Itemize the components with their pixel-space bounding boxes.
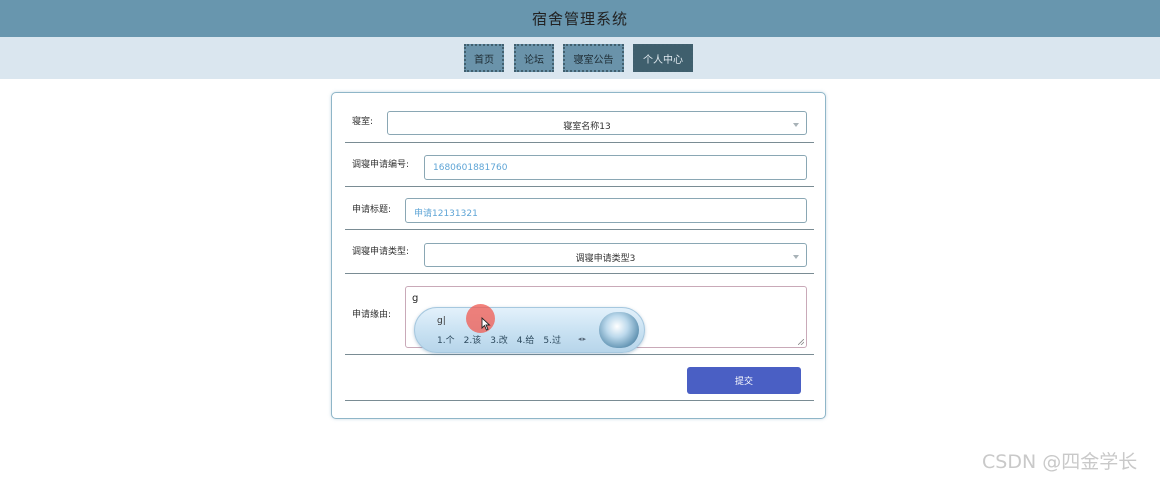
dorm-change-form: 寝室: 寝室名称13 调寝申请编号: 1680601881760 申请标题: 申… <box>331 92 826 419</box>
nav-bar: 首页 论坛 寝室公告 个人中心 <box>0 37 1160 79</box>
nav-item-announcements-label: 寝室公告 <box>573 54 614 66</box>
ime-candidate-list: 1.个 2.该 3.改 4.给 5.过 <box>437 333 561 346</box>
reason-label: 申请缘由: <box>352 310 392 320</box>
chevron-down-icon <box>793 255 799 259</box>
divider <box>345 400 814 401</box>
app-title-value: 申请12131321 <box>414 209 478 219</box>
room-select-value: 寝室名称13 <box>563 122 611 132</box>
ime-logo-icon <box>599 312 639 348</box>
app-type-label: 调寝申请类型: <box>352 247 410 257</box>
nav-item-home[interactable]: 首页 <box>464 44 504 72</box>
watermark: CSDN @四金学长 <box>982 451 1138 473</box>
ime-composition: g| <box>437 316 446 326</box>
ime-candidate[interactable]: 4.给 <box>517 333 535 346</box>
resize-grip-icon[interactable] <box>798 339 804 345</box>
app-title-input[interactable]: 申请12131321 <box>405 198 807 223</box>
app-type-select-value: 调寝申请类型3 <box>575 254 636 264</box>
app-header: 宿舍管理系统 <box>0 0 1160 37</box>
ime-candidate-window: g| 1.个 2.该 3.改 4.给 5.过 ◂▸ <box>414 307 645 353</box>
app-no-input[interactable]: 1680601881760 <box>424 155 807 180</box>
nav-item-forum-label: 论坛 <box>524 54 544 66</box>
room-select[interactable]: 寝室名称13 <box>387 111 807 135</box>
divider <box>345 186 814 187</box>
ime-candidate[interactable]: 5.过 <box>543 333 561 346</box>
divider <box>345 273 814 274</box>
ime-candidate[interactable]: 3.改 <box>490 333 508 346</box>
ime-candidate[interactable]: 1.个 <box>437 333 455 346</box>
nav-item-announcements[interactable]: 寝室公告 <box>563 44 624 72</box>
submit-button-label: 提交 <box>734 377 753 387</box>
submit-button[interactable]: 提交 <box>687 367 801 394</box>
divider <box>345 229 814 230</box>
reason-value: g <box>412 293 419 304</box>
chevron-down-icon <box>793 123 799 127</box>
divider <box>345 354 814 355</box>
room-label: 寝室: <box>352 117 374 127</box>
nav-item-personal-center-label: 个人中心 <box>643 54 683 66</box>
nav-item-forum[interactable]: 论坛 <box>514 44 554 72</box>
app-title: 宿舍管理系统 <box>531 10 628 28</box>
app-no-label: 调寝申请编号: <box>352 160 410 170</box>
app-no-value: 1680601881760 <box>433 163 508 173</box>
nav-item-personal-center[interactable]: 个人中心 <box>633 44 693 72</box>
ime-page-arrows-icon[interactable]: ◂▸ <box>578 335 587 343</box>
ime-candidate[interactable]: 2.该 <box>464 333 482 346</box>
app-title-label: 申请标题: <box>352 205 392 215</box>
nav-item-home-label: 首页 <box>474 54 494 66</box>
mouse-pointer-icon <box>481 317 491 331</box>
divider <box>345 142 814 143</box>
app-type-select[interactable]: 调寝申请类型3 <box>424 243 807 267</box>
